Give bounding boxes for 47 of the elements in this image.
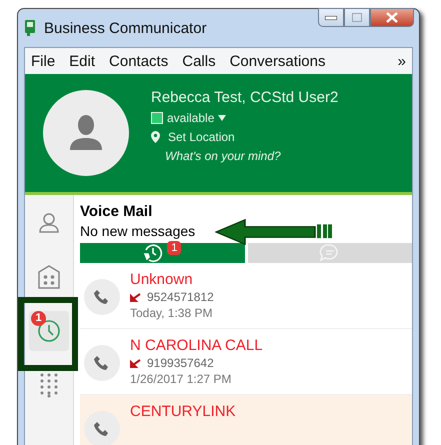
call-item[interactable]: Unknown 9524571812 Today, 1:38 PM [80, 263, 412, 329]
dialpad-icon [39, 372, 59, 398]
call-time: Today, 1:38 PM [130, 306, 214, 320]
section-subtitle: No new messages [80, 223, 196, 239]
user-name: Rebecca Test, CCStd User2 [151, 89, 338, 106]
status-dropdown[interactable]: available [167, 111, 214, 125]
minimize-button[interactable] [318, 8, 344, 27]
menu-item[interactable]: File [31, 52, 56, 70]
chat-icon [318, 243, 341, 263]
window-title: Business Communicator [44, 20, 207, 36]
missed-call-icon [130, 292, 141, 302]
caret-icon [218, 115, 226, 121]
apps-icon [37, 264, 61, 290]
person-icon [38, 212, 60, 234]
caller-name: N CAROLINA CALL [130, 337, 263, 354]
status-indicator [151, 112, 163, 124]
rail-tab[interactable]: 1 [29, 311, 69, 351]
menu-item[interactable]: Conversations [230, 52, 326, 70]
location-pin-icon [151, 131, 160, 143]
clock-icon [37, 319, 61, 343]
phone-number: 9524571812 [147, 290, 214, 304]
menu-item[interactable]: » [398, 52, 406, 70]
caller-name: Unknown [130, 271, 194, 288]
minimize-icon [325, 16, 337, 20]
maximize-button[interactable] [344, 8, 370, 27]
close-button[interactable] [370, 8, 414, 27]
tab[interactable]: 1 [80, 243, 244, 263]
app-icon [24, 20, 36, 36]
caller-name: CENTURYLINK [130, 403, 236, 420]
call-time: 1/26/2017 1:27 PM [130, 372, 232, 386]
count-badge: 1 [31, 311, 46, 326]
phone-icon [84, 411, 120, 445]
count-badge: 1 [167, 241, 182, 255]
maximize-icon [352, 13, 362, 22]
phone-icon [84, 279, 120, 315]
missed-call-icon [130, 358, 141, 368]
set-location-link[interactable]: Set Location [168, 130, 235, 144]
phone-icon [84, 345, 120, 381]
phone-number: 9199357642 [147, 356, 214, 370]
call-item[interactable]: CENTURYLINK [80, 395, 412, 445]
menu-item[interactable]: Edit [69, 52, 96, 70]
phone-clock-icon [143, 243, 164, 263]
mood-field[interactable]: What's on your mind? [151, 149, 338, 163]
section-title: Voice Mail [80, 203, 152, 220]
menu-item[interactable]: Calls [182, 52, 216, 70]
menu-item[interactable]: Contacts [109, 52, 168, 70]
close-icon [386, 12, 398, 23]
